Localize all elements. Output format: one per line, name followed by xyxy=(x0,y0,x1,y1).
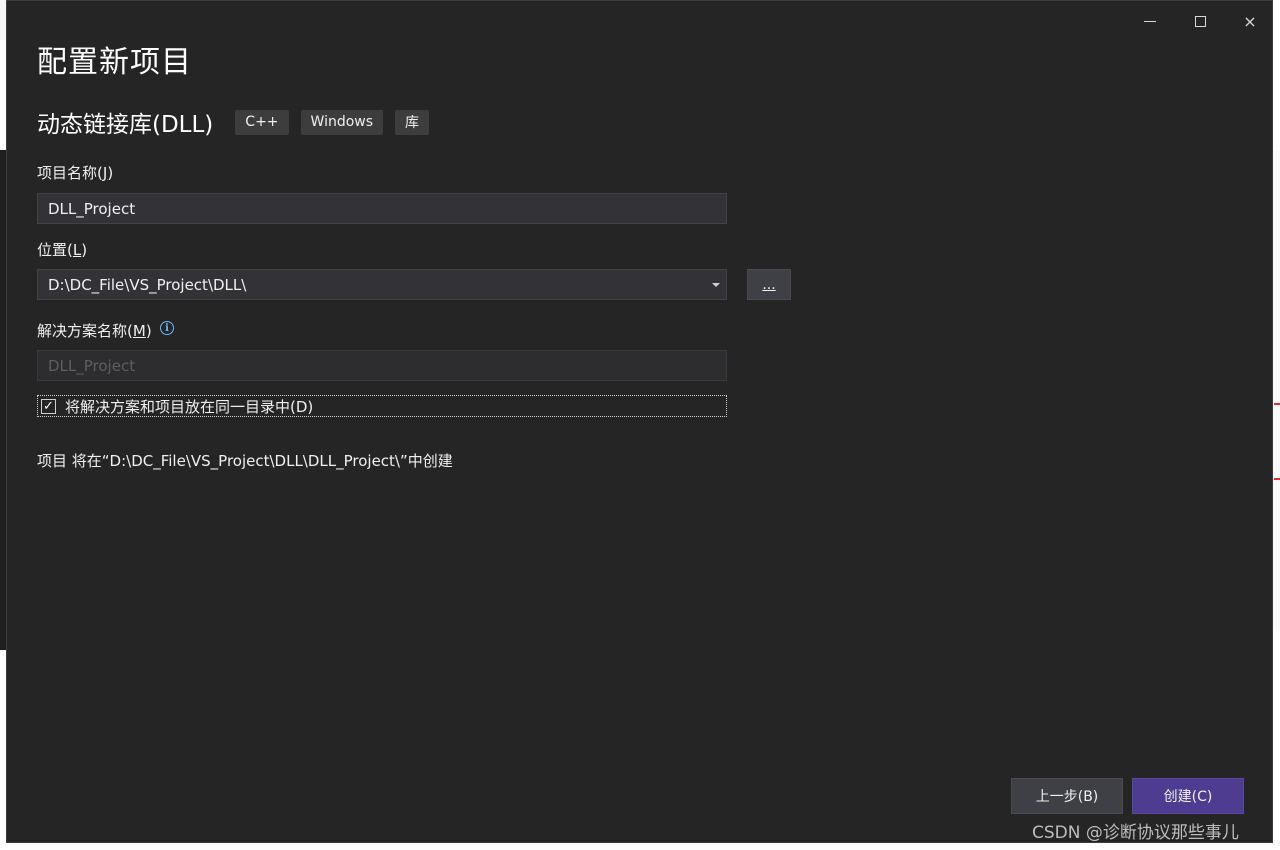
tag-language: C++ xyxy=(235,109,289,135)
dialog-title: 配置新项目 xyxy=(37,45,192,80)
background-red-mark xyxy=(1274,478,1280,480)
solution-name-placeholder: DLL_Project xyxy=(48,356,136,375)
minimize-button[interactable] xyxy=(1127,7,1173,35)
maximize-button[interactable] xyxy=(1177,7,1223,35)
project-name-input[interactable]: DLL_Project xyxy=(37,193,727,224)
back-button[interactable]: 上一步(B) xyxy=(1011,778,1123,814)
browse-button[interactable]: ... xyxy=(747,269,791,300)
project-name-label: 项目名称(J) xyxy=(37,164,114,182)
background-panel-right xyxy=(1272,150,1280,630)
solution-name-input: DLL_Project xyxy=(37,350,727,381)
template-name: 动态链接库(DLL) xyxy=(37,112,214,138)
configure-project-dialog: × 配置新项目 动态链接库(DLL) C++ Windows 库 项目名称(J)… xyxy=(6,0,1273,843)
location-label: 位置(L) xyxy=(37,241,88,259)
close-icon: × xyxy=(1243,11,1257,31)
checkmark-icon: ✓ xyxy=(43,398,54,414)
csdn-watermark: CSDN @诊断协议那些事儿 xyxy=(1032,823,1239,843)
same-directory-option[interactable]: ✓ 将解决方案和项目放在同一目录中(D) xyxy=(37,395,727,417)
creation-path-info: 项目 将在“D:\DC_File\VS_Project\DLL\DLL_Proj… xyxy=(37,452,453,470)
back-button-label: 上一步(B) xyxy=(1035,789,1099,805)
tag-type: 库 xyxy=(395,109,430,135)
template-header: 动态链接库(DLL) C++ Windows 库 xyxy=(37,105,441,139)
background-red-mark xyxy=(1274,403,1280,405)
background-window-bottom xyxy=(0,842,1280,850)
location-value: D:\DC_File\VS_Project\DLL\ xyxy=(48,275,247,294)
chevron-down-icon[interactable] xyxy=(712,283,720,287)
same-directory-label: 将解决方案和项目放在同一目录中(D) xyxy=(65,397,314,416)
create-button[interactable]: 创建(C) xyxy=(1132,778,1244,814)
location-combobox[interactable]: D:\DC_File\VS_Project\DLL\ xyxy=(37,269,727,300)
same-directory-checkbox[interactable]: ✓ xyxy=(41,398,56,414)
solution-name-label: 解决方案名称(M) xyxy=(37,322,152,340)
project-name-value: DLL_Project xyxy=(48,199,136,218)
info-icon[interactable]: i xyxy=(160,321,174,335)
close-button[interactable]: × xyxy=(1227,7,1273,35)
create-button-label: 创建(C) xyxy=(1163,789,1213,805)
tag-platform: Windows xyxy=(300,109,384,135)
browse-label: ... xyxy=(762,276,776,293)
minimize-icon xyxy=(1144,20,1156,22)
maximize-icon xyxy=(1194,15,1206,27)
